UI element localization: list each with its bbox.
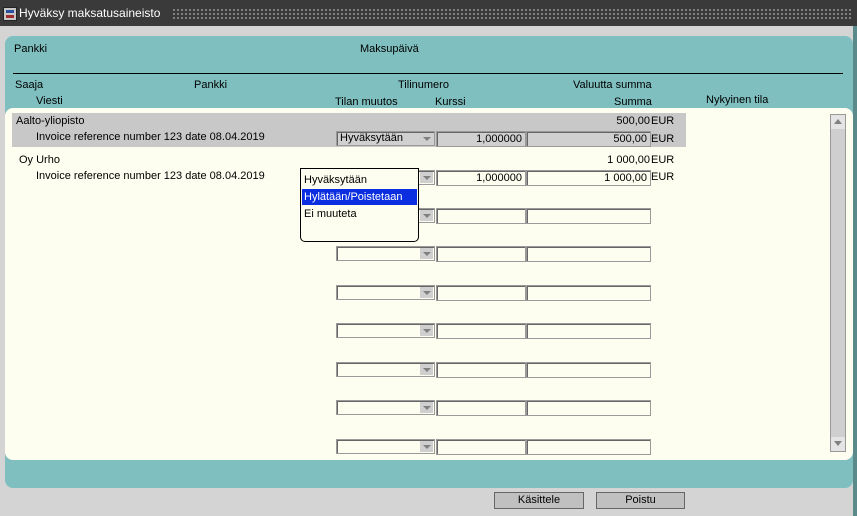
row1-tilan-muutos-value: Hyväksytään bbox=[340, 132, 403, 144]
chevron-down-icon[interactable] bbox=[420, 133, 433, 144]
row1-kurssi-value: 1,000000 bbox=[476, 133, 522, 145]
empty-row-summa-field[interactable] bbox=[526, 246, 651, 262]
dropdown-option-ei-muuteta[interactable]: Ei muuteta bbox=[302, 206, 417, 222]
chevron-down-icon[interactable] bbox=[420, 441, 433, 452]
col-summa: Summa bbox=[614, 96, 652, 108]
chevron-down-icon[interactable] bbox=[420, 364, 433, 375]
empty-row-kurssi-field[interactable] bbox=[436, 246, 526, 262]
poistu-button[interactable]: Poistu bbox=[596, 492, 685, 509]
header-divider bbox=[13, 73, 843, 74]
row1-valuutta: EUR bbox=[651, 115, 675, 127]
row2-summa-field[interactable]: 1 000,00 bbox=[526, 170, 651, 186]
row1-summa-field[interactable]: 500,00 bbox=[526, 131, 651, 147]
row2-viesti: Invoice reference number 123 date 08.04.… bbox=[36, 170, 265, 182]
col-saaja: Saaja bbox=[15, 79, 44, 91]
empty-row-kurssi-field[interactable] bbox=[436, 323, 526, 339]
window-title: Hyväksy maksatusaineisto bbox=[19, 6, 161, 20]
col-kurssi: Kurssi bbox=[435, 96, 466, 108]
empty-row-kurssi-field[interactable] bbox=[436, 439, 526, 455]
window-edge bbox=[853, 26, 857, 516]
row2-saaja[interactable]: Oy Urho bbox=[19, 154, 60, 166]
empty-row-kurssi-field[interactable] bbox=[436, 208, 526, 224]
empty-row-summa-field[interactable] bbox=[526, 208, 651, 224]
vertical-scrollbar[interactable] bbox=[830, 114, 846, 452]
row2-kurssi-field[interactable]: 1,000000 bbox=[436, 170, 526, 186]
row2-valuutta: EUR bbox=[651, 154, 675, 166]
empty-row-select[interactable] bbox=[336, 400, 435, 415]
col-nykyinen-tila: Nykyinen tila bbox=[706, 94, 769, 106]
row1-summa-valuutta: EUR bbox=[651, 133, 675, 145]
row2-summa-value: 1 000,00 bbox=[604, 172, 647, 184]
row1-kurssi-field[interactable]: 1,000000 bbox=[436, 131, 526, 147]
row1-tilan-muutos-select[interactable]: Hyväksytään bbox=[336, 131, 435, 146]
empty-row-kurssi-field[interactable] bbox=[436, 400, 526, 416]
title-bar: Hyväksy maksatusaineisto bbox=[0, 0, 857, 26]
col-pankki: Pankki bbox=[194, 79, 228, 91]
col-valuutta-summa: Valuutta summa bbox=[573, 79, 652, 91]
row2-kurssi-value: 1,000000 bbox=[476, 172, 522, 184]
dropdown-option-hyvaksytaan[interactable]: Hyväksytään bbox=[302, 172, 417, 188]
col-tilinumero: Tilinumero bbox=[398, 79, 449, 91]
scroll-up-arrow-icon[interactable] bbox=[831, 115, 845, 129]
tilan-muutos-dropdown-list: Hyväksytään Hylätään/Poistetaan Ei muute… bbox=[300, 168, 419, 242]
empty-row-summa-field[interactable] bbox=[526, 285, 651, 301]
chevron-down-icon[interactable] bbox=[420, 287, 433, 298]
app-icon bbox=[3, 7, 17, 21]
empty-row-kurssi-field[interactable] bbox=[436, 285, 526, 301]
chevron-down-icon[interactable] bbox=[420, 248, 433, 259]
empty-row-select[interactable] bbox=[336, 285, 435, 300]
empty-row-summa-field[interactable] bbox=[526, 439, 651, 455]
scroll-down-arrow-icon[interactable] bbox=[831, 437, 845, 451]
pankki-header-label: Pankki bbox=[14, 43, 48, 55]
dropdown-option-hylataan[interactable]: Hylätään/Poistetaan bbox=[302, 189, 417, 205]
maksupaiva-header-label: Maksupäivä bbox=[360, 43, 419, 55]
empty-row-select[interactable] bbox=[336, 323, 435, 338]
row2-summa-valuutta: EUR bbox=[651, 171, 675, 183]
row1-viesti: Invoice reference number 123 date 08.04.… bbox=[36, 131, 265, 143]
row1-saaja[interactable]: Aalto-yliopisto bbox=[16, 115, 84, 127]
chevron-down-icon[interactable] bbox=[420, 210, 433, 221]
empty-row-summa-field[interactable] bbox=[526, 362, 651, 378]
row1-summa-value: 500,00 bbox=[613, 133, 647, 145]
title-bar-pattern bbox=[172, 8, 852, 19]
col-tilan-muutos: Tilan muutos bbox=[335, 96, 398, 108]
kasittele-button[interactable]: Käsittele bbox=[494, 492, 584, 509]
empty-row-kurssi-field[interactable] bbox=[436, 362, 526, 378]
empty-row-summa-field[interactable] bbox=[526, 323, 651, 339]
empty-row-select[interactable] bbox=[336, 246, 435, 261]
row1-valuutta-summa: 500,00 bbox=[616, 115, 650, 127]
chevron-down-icon[interactable] bbox=[420, 325, 433, 336]
col-viesti: Viesti bbox=[36, 95, 63, 107]
empty-row-select[interactable] bbox=[336, 439, 435, 454]
empty-row-select[interactable] bbox=[336, 362, 435, 377]
chevron-down-icon[interactable] bbox=[420, 402, 433, 413]
empty-row-summa-field[interactable] bbox=[526, 400, 651, 416]
chevron-down-icon[interactable] bbox=[420, 172, 433, 183]
row2-valuutta-summa: 1 000,00 bbox=[607, 154, 650, 166]
